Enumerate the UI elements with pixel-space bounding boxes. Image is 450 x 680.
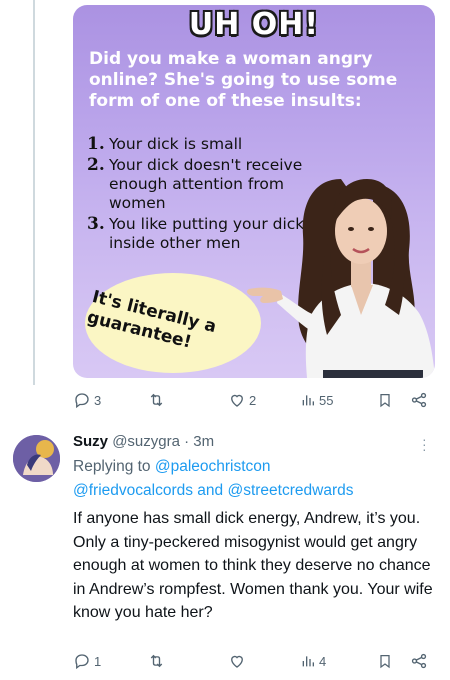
like-action[interactable]: 2 [228,391,256,409]
more-options-icon[interactable]: · · · [422,432,427,456]
share-action[interactable] [410,391,428,409]
meme-intro-text: Did you make a woman angry online? She's… [89,49,398,111]
views-action[interactable]: 55 [300,391,333,409]
views-action[interactable]: 4 [300,652,326,670]
views-chart-icon [302,656,314,667]
meme-item-number: 1. [87,134,105,154]
mention-link[interactable]: @friedvocalcords [73,482,193,499]
replying-to-label: Replying to [73,458,151,475]
retweet-action[interactable] [147,391,166,409]
meme-item-number: 2. [87,155,105,175]
reply-action[interactable]: 1 [73,652,101,670]
views-count: 55 [319,392,334,408]
meme-item-text: Your dick is small [109,135,243,153]
comment-icon [75,393,89,409]
share-action[interactable] [410,652,428,670]
bookmark-action[interactable] [377,391,393,409]
avatar[interactable] [13,435,60,482]
mention-link[interactable]: @streetcredwards [227,482,353,499]
views-count: 4 [319,653,327,669]
retweet-action[interactable] [147,652,166,670]
reply-count: 1 [94,653,102,669]
meme-list-item: 1. Your dick is small [87,135,337,154]
reply-count: 3 [94,392,102,408]
heart-icon [231,394,243,407]
bookmark-action[interactable] [377,652,393,670]
like-action[interactable] [228,652,246,670]
meme-header: UH OH! [188,7,320,42]
replying-to: Replying to @paleochristcon @friedvocalc… [73,455,413,503]
mention-and: and [197,482,224,499]
bookmark-icon [380,655,390,669]
mention-link[interactable]: @paleochristcon [155,458,271,475]
retweet-icon [150,654,163,668]
reply-text: If anyone has small dick energy, Andrew,… [73,510,433,621]
separator-dot: · [184,433,190,450]
thread-connector-line [33,0,35,385]
avatar-image [13,435,60,482]
display-name[interactable]: Suzy [73,433,108,450]
views-chart-icon [302,395,314,406]
user-handle[interactable]: @suzygra [112,433,180,450]
bookmark-icon [380,394,390,408]
reply-header: Suzy @suzygra · 3m [73,432,214,451]
retweet-icon [150,393,163,407]
heart-icon [231,655,243,668]
like-count: 2 [249,392,257,408]
tweet-media-image[interactable]: UH OH! Did you make a woman angry online… [73,5,435,378]
meme-item-number: 3. [87,214,105,234]
timestamp[interactable]: 3m [193,433,214,450]
reply-action[interactable]: 3 [73,391,101,409]
share-icon [411,392,427,408]
comment-icon [75,654,89,670]
share-icon [411,653,427,669]
